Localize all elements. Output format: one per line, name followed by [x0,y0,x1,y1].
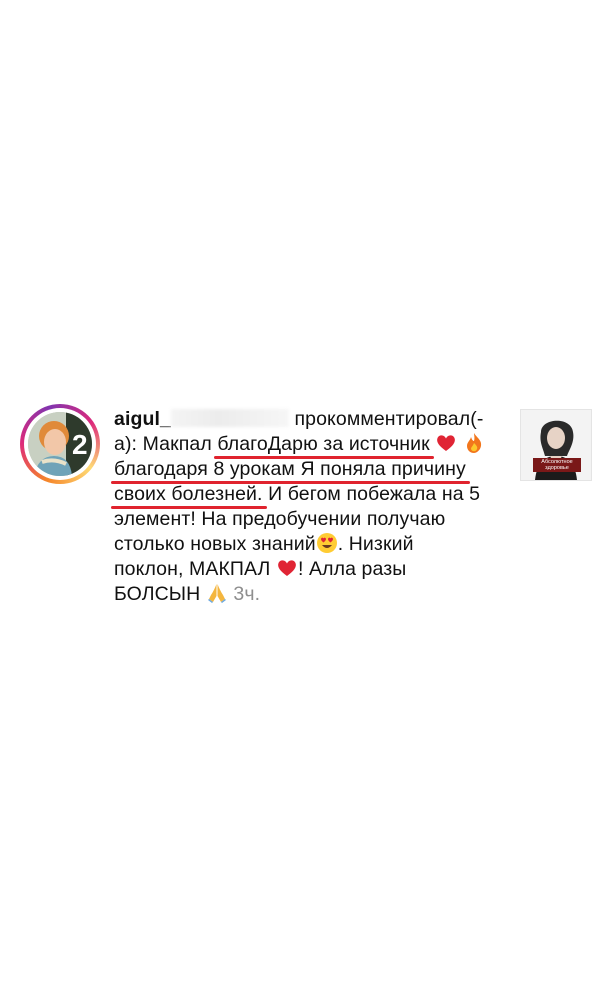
comment-line-6-rest: . Низкий [337,533,414,555]
heart-emoji [276,557,298,579]
underlined-phrase-1: благоДарю за источник [217,433,430,455]
username[interactable]: aigul_ [114,408,171,430]
timestamp: 3ч. [233,583,261,605]
underlined-phrase-3: своих болезней. [114,483,263,505]
heart-emoji [435,432,457,454]
avatar-photo: 2 [28,412,92,476]
action-text: прокомментировал(- [294,408,484,430]
thumbnail-caption: Абсолютное здоровье [533,458,581,472]
avatar-frame: 2 [24,408,96,480]
comment-line-8: БОЛСЫН [114,583,206,605]
heart-eyes-emoji [316,532,338,554]
post-thumbnail[interactable]: Абсолютное здоровье [520,409,592,481]
redacted-username-part: x [170,409,289,427]
comment-notification[interactable]: 2 aigul_x прокомментировал(- а): Макпал … [0,398,614,605]
comment-line-4: И бегом побежала на 5 [262,483,481,505]
comment-line-5: элемент! На предобучении получаю [114,508,446,530]
avatar-badge-text: 2 [72,429,88,460]
avatar: 2 [28,412,92,476]
comment-text: aigul_x прокомментировал(- а): Макпал бл… [114,407,504,607]
underlined-phrase-2: благодаря 8 урокам Я поняла причину [114,458,466,480]
user-avatar-story-ring[interactable]: 2 [20,404,100,484]
comment-prefix: а): Макпал [114,433,218,455]
praying-hands-emoji [206,582,228,604]
comment-line-7: поклон, МАКПАЛ [114,558,276,580]
comment-line-6: столько новых знаний [114,533,316,555]
comment-line-7-rest: ! Алла разы [297,558,407,580]
fire-emoji [463,432,485,454]
